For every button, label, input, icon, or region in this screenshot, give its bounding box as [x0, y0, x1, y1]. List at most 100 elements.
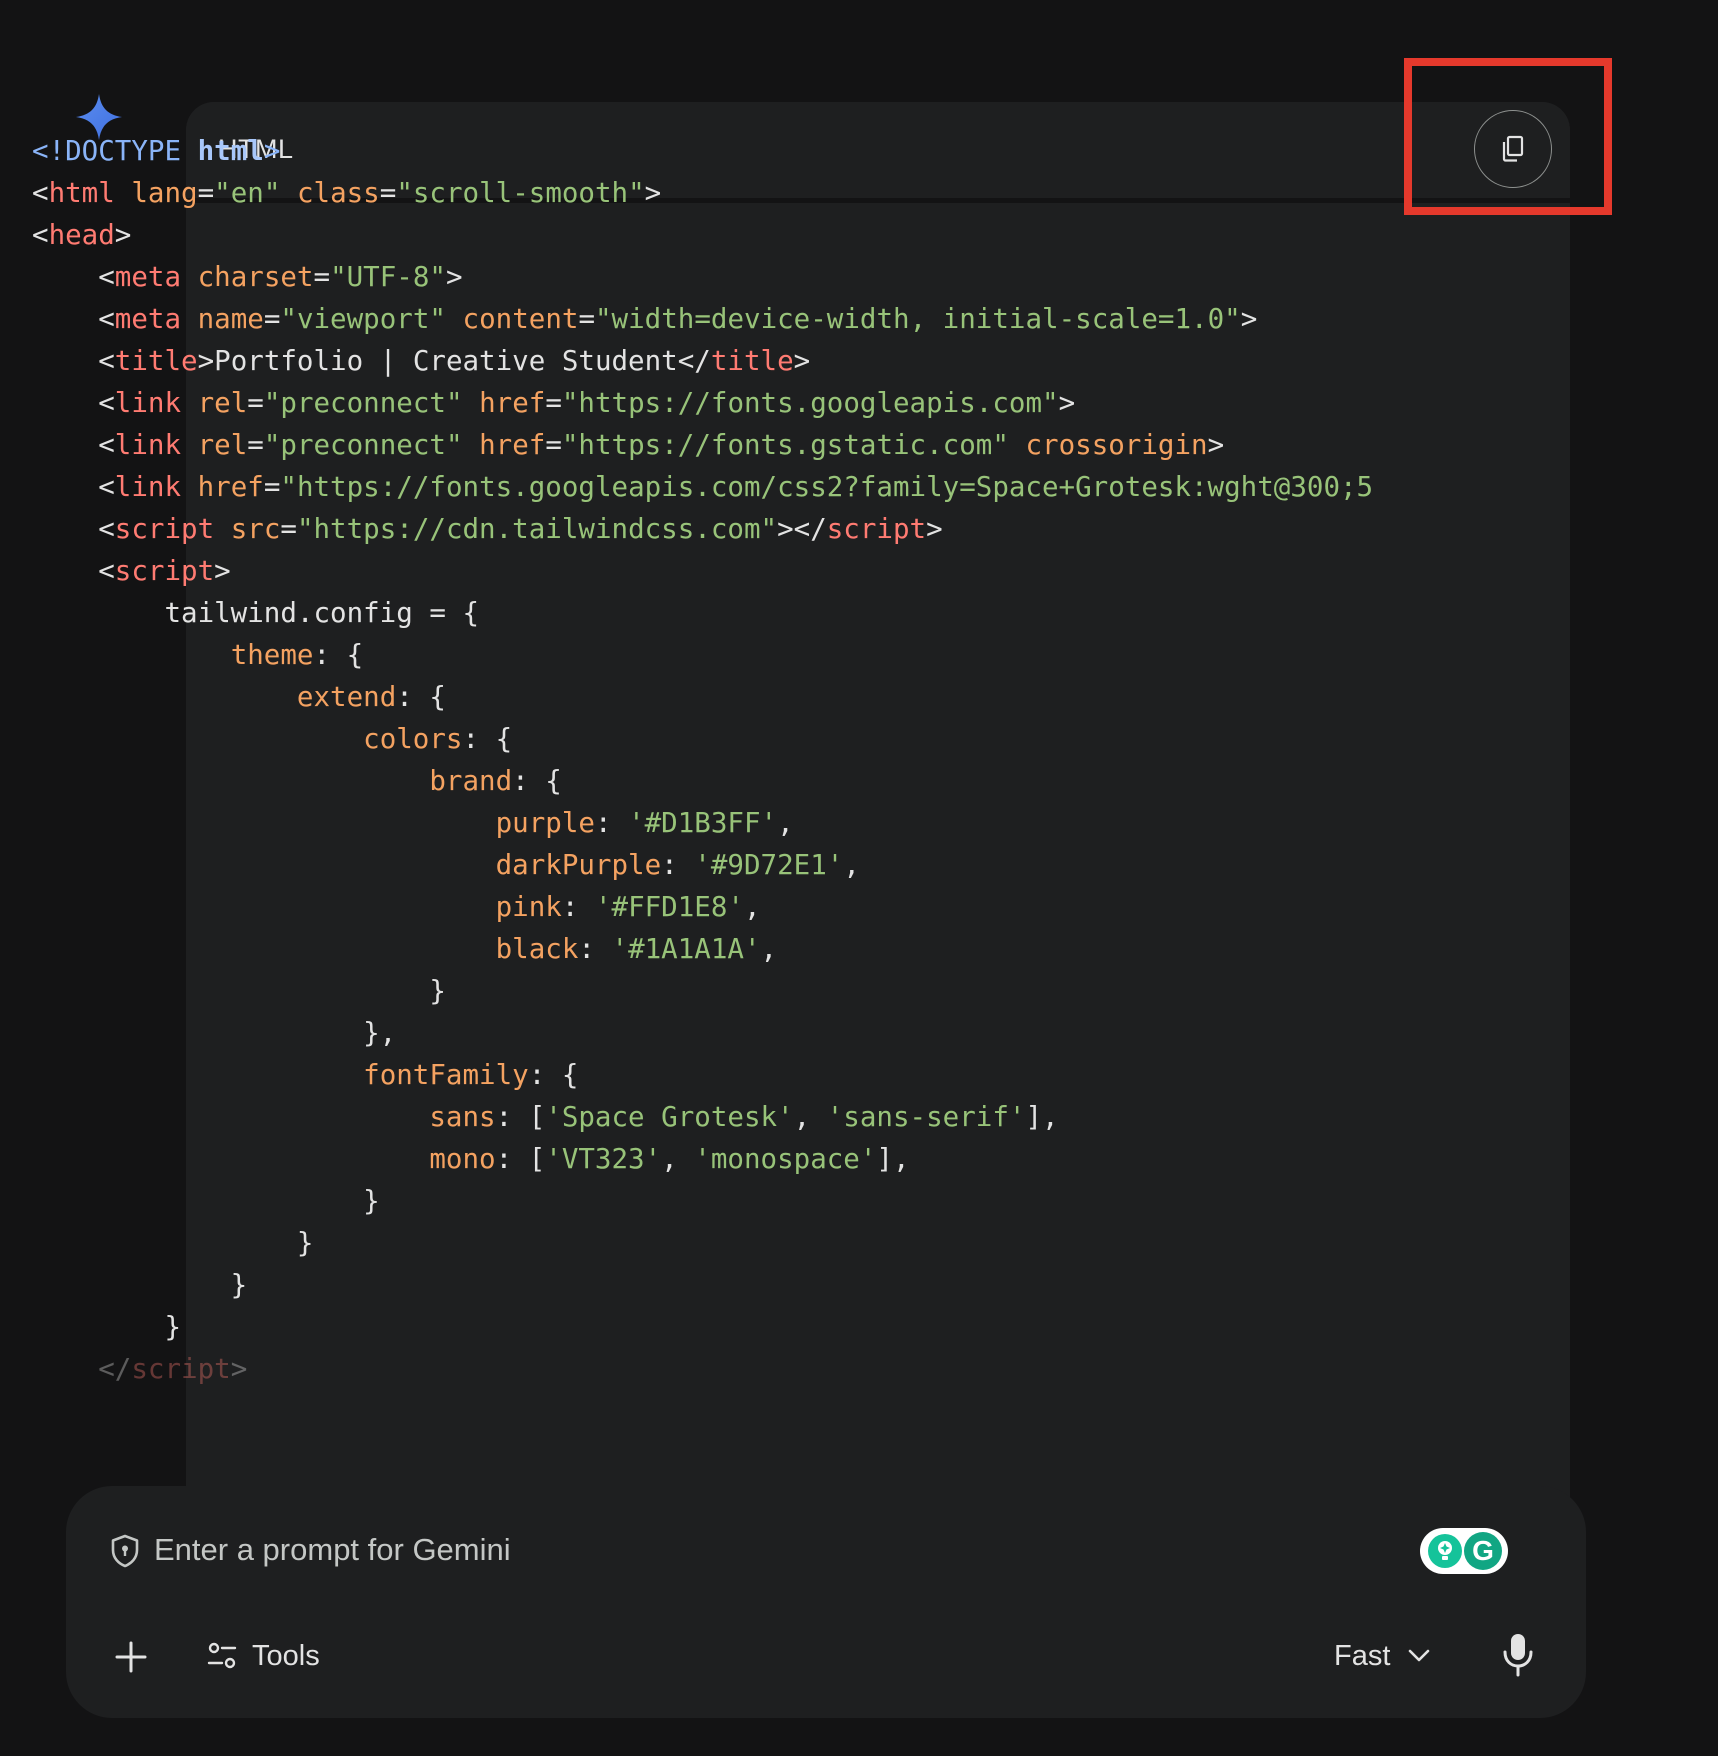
add-attachment-button[interactable] — [108, 1634, 154, 1680]
code-line: } — [32, 1180, 1373, 1222]
code-token: rel — [197, 387, 248, 419]
code-token: "width=device-width, initial-scale=1.0" — [595, 303, 1241, 335]
code-token: : { — [512, 765, 562, 797]
code-token: = — [247, 387, 264, 419]
code-token: link — [114, 471, 182, 503]
chevron-down-icon — [1409, 1649, 1430, 1662]
code-token: = — [545, 429, 562, 461]
microphone-button[interactable] — [1500, 1630, 1536, 1680]
model-mode-selector[interactable]: Fast — [1334, 1628, 1430, 1684]
code-token: lang — [131, 177, 198, 209]
code-token: script — [826, 513, 927, 545]
code-token: > — [114, 219, 132, 251]
code-token: < — [32, 219, 49, 251]
code-token: < — [32, 345, 115, 377]
tools-label: Tools — [252, 1639, 320, 1672]
code-token: html — [48, 177, 115, 209]
prompt-input-card: G Tools Fast — [66, 1486, 1586, 1718]
code-token: < — [32, 303, 115, 335]
code-token: < — [32, 429, 115, 461]
code-token: < — [32, 261, 115, 293]
code-token: : — [561, 891, 595, 923]
code-line: theme: { — [32, 634, 1373, 676]
code-token: }, — [32, 1017, 397, 1049]
code-token: < — [32, 555, 115, 587]
code-token: name — [197, 303, 264, 335]
code-token: } — [32, 1227, 314, 1259]
code-token: > — [793, 345, 811, 377]
code-token: '#9D72E1' — [694, 849, 844, 881]
code-token: : { — [396, 681, 446, 713]
code-token: } — [32, 975, 446, 1007]
prompt-input[interactable] — [154, 1522, 1154, 1578]
code-token: fontFamily — [363, 1059, 529, 1091]
tools-sliders-icon — [207, 1642, 237, 1669]
code-line: <title>Portfolio | Creative Student</tit… — [32, 340, 1373, 382]
code-line: tailwind.config = { — [32, 592, 1373, 634]
code-line: purple: '#D1B3FF', — [32, 802, 1373, 844]
code-token: , — [743, 891, 761, 923]
code-line: brand: { — [32, 760, 1373, 802]
code-token: >Portfolio | Creative Student</ — [197, 345, 711, 377]
code-line: <meta charset="UTF-8"> — [32, 256, 1373, 298]
code-line: <link rel="preconnect" href="https://fon… — [32, 382, 1373, 424]
model-mode-label: Fast — [1334, 1639, 1391, 1672]
code-line: <link rel="preconnect" href="https://fon… — [32, 424, 1373, 466]
code-token: = — [280, 513, 297, 545]
code-token: > — [644, 177, 662, 209]
code-token: "preconnect" — [263, 387, 463, 419]
tools-button[interactable]: Tools — [206, 1628, 320, 1684]
grammarly-g-icon: G — [1464, 1532, 1502, 1570]
code-token: = — [545, 387, 562, 419]
code-token: colors — [363, 723, 463, 755]
code-token: '#1A1A1A' — [611, 933, 761, 965]
code-line: <html lang="en" class="scroll-smooth"> — [32, 172, 1373, 214]
code-token: = — [247, 429, 264, 461]
code-token: < — [32, 387, 115, 419]
code-token: : — [578, 933, 612, 965]
code-token: : [ — [495, 1143, 546, 1175]
code-token: link — [114, 387, 182, 419]
code-token: "https://fonts.gstatic.com" — [561, 429, 1009, 461]
code-token: ], — [876, 1143, 910, 1175]
code-token: < — [32, 513, 115, 545]
code-token: theme — [230, 639, 314, 671]
copy-code-button[interactable] — [1474, 110, 1552, 188]
code-token: script — [114, 555, 215, 587]
code-line: extend: { — [32, 676, 1373, 718]
code-line: black: '#1A1A1A', — [32, 928, 1373, 970]
code-token: "https://fonts.googleapis.com" — [561, 387, 1059, 419]
code-token: head — [48, 219, 115, 251]
grammarly-extension-button[interactable]: G — [1420, 1528, 1508, 1574]
code-token: mono — [429, 1143, 496, 1175]
code-line: darkPurple: '#9D72E1', — [32, 844, 1373, 886]
code-line: <!DOCTYPE html> — [32, 130, 1373, 172]
code-token: "https://cdn.tailwindcss.com" — [296, 513, 778, 545]
code-token: > — [214, 555, 231, 587]
code-token: : — [594, 807, 629, 839]
code-token: "viewport" — [280, 303, 446, 335]
code-token: , — [777, 807, 794, 839]
code-token: <!DOCTYPE — [32, 135, 198, 167]
code-token: src — [230, 513, 281, 545]
code-token: charset — [197, 261, 314, 293]
code-token: > — [263, 135, 281, 167]
code-line: <head> — [32, 214, 1373, 256]
code-token: "en" — [214, 177, 281, 209]
code-line: <link href="https://fonts.googleapis.com… — [32, 466, 1373, 508]
code-content: <!DOCTYPE html> <html lang="en" class="sc… — [32, 130, 1373, 1390]
code-token: script — [114, 513, 215, 545]
code-token: : [ — [495, 1101, 546, 1133]
code-token: title — [710, 345, 794, 377]
code-token: black — [495, 933, 579, 965]
code-token: href — [479, 387, 546, 419]
code-token: 'VT323' — [545, 1143, 662, 1175]
code-token: = — [578, 303, 595, 335]
